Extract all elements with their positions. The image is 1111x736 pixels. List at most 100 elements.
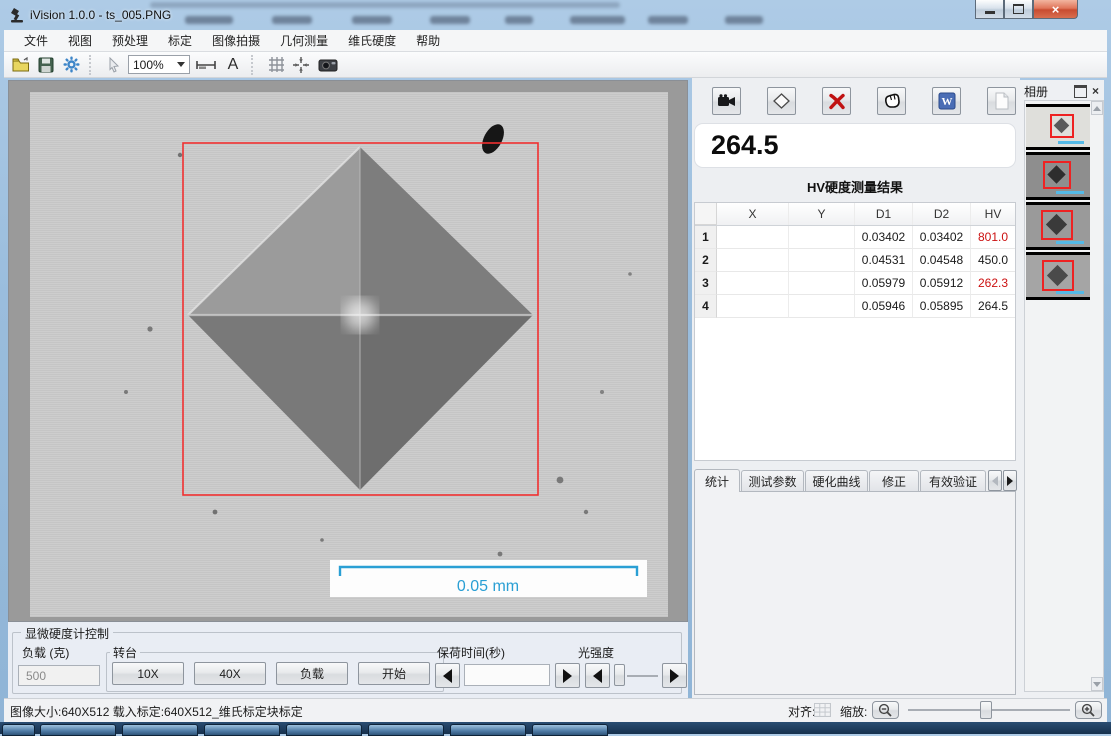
chevron-right-icon [1007,476,1013,486]
album-title-bar: 相册 × [1022,83,1102,99]
table-row[interactable]: 4 0.05946 0.05895 264.5 [695,295,1015,318]
background-window-artifact [185,16,233,24]
light-slider-track[interactable] [627,675,658,677]
menu-vickers-hardness[interactable]: 维氏硬度 [338,30,406,51]
gear-icon [63,56,80,73]
delete-result-button[interactable] [822,87,851,115]
tab-validation[interactable]: 有效验证 [920,470,986,491]
results-cell-hv-2: 262.3 [971,272,1015,295]
text-tool-button[interactable]: A [222,54,244,76]
album-thumbnail-3[interactable] [1026,202,1090,250]
capture-image-button[interactable] [315,54,341,76]
minimize-button[interactable] [975,0,1004,19]
select-tool-button[interactable] [103,54,125,76]
main-toolbar: 100% A [4,52,1107,78]
live-video-button[interactable] [712,87,741,115]
settings-button[interactable] [60,54,82,76]
load-label: 负载 (克) [22,644,69,661]
maximize-button[interactable] [1004,0,1033,19]
video-camera-icon [717,94,737,109]
album-thumbnail-4[interactable] [1026,252,1090,300]
center-align-tool-button[interactable] [290,54,312,76]
micrograph-image[interactable]: 0.05 mm [30,92,668,617]
taskbar-button[interactable] [368,724,444,736]
window-title: iVision 1.0.0 - ts_005.PNG [30,8,171,22]
turret-10x-button[interactable]: 10X [112,662,184,685]
tab-scroll-right-button[interactable] [1003,470,1017,491]
measure-tool-button[interactable] [193,54,219,76]
start-button[interactable]: 开始 [358,662,430,685]
col-hv: HV [971,203,1015,225]
table-row[interactable]: 2 0.04531 0.04548 450.0 [695,249,1015,272]
taskbar-button[interactable] [204,724,280,736]
taskbar-button[interactable] [532,724,608,736]
zoom-slider-handle[interactable] [980,701,992,719]
clear-all-button[interactable] [877,87,906,115]
chevron-down-icon [177,62,185,67]
dwell-time-input[interactable] [464,664,550,686]
zoom-level-select[interactable]: 100% [128,55,190,74]
close-button[interactable]: × [1033,0,1078,19]
grid-tool-button[interactable] [265,54,287,76]
album-thumbnail-1[interactable] [1026,104,1090,150]
app-icon [9,6,26,24]
zoom-in-button[interactable] [1075,701,1102,719]
taskbar-button[interactable] [40,724,116,736]
arrow-right-icon [670,669,679,683]
tab-scroll-left-button[interactable] [988,470,1002,491]
float-panel-icon[interactable] [1074,85,1087,98]
open-file-button[interactable] [10,54,32,76]
zoom-out-button[interactable] [872,701,899,719]
caliper-measure-icon [195,59,217,71]
taskbar-button[interactable] [122,724,198,736]
tab-test-parameters[interactable]: 测试参数 [741,470,804,491]
background-window-artifact [725,16,763,24]
align-grid-icon[interactable] [814,703,831,717]
load-input[interactable]: 500 [18,665,100,686]
album-title: 相册 [1022,83,1074,100]
album-scroll-up-button[interactable] [1091,101,1103,115]
turret-40x-button[interactable]: 40X [194,662,266,685]
restore-icon [1013,4,1024,14]
toolbar-separator [89,55,96,75]
menu-preprocess[interactable]: 预处理 [102,30,158,51]
album-thumbnail-2[interactable] [1026,152,1090,200]
save-button[interactable] [35,54,57,76]
taskbar-button[interactable] [2,724,35,736]
zoom-label: 缩放: [840,703,867,720]
close-panel-icon[interactable]: × [1092,84,1099,98]
dwell-decrease-button[interactable] [435,663,460,688]
taskbar-button[interactable] [286,724,362,736]
table-row[interactable]: 1 0.03402 0.03402 801.0 [695,226,1015,249]
measure-indent-button[interactable] [767,87,796,115]
zoom-level-value: 100% [133,58,164,72]
menu-view[interactable]: 视图 [58,30,102,51]
dwell-increase-button[interactable] [555,663,580,688]
micrograph-render: 0.05 mm [30,92,668,617]
menu-file[interactable]: 文件 [14,30,58,51]
diamond-icon [772,92,791,110]
indent-face-top-right [360,147,533,315]
menu-bar: 文件 视图 预处理 标定 图像拍摄 几何测量 维氏硬度 帮助 [4,30,1107,52]
menu-image-capture[interactable]: 图像拍摄 [202,30,270,51]
tab-correction[interactable]: 修正 [869,470,919,491]
export-word-button[interactable]: W [932,87,961,115]
light-decrease-button[interactable] [585,663,610,688]
album-scroll-down-button[interactable] [1091,677,1103,691]
menu-calibration[interactable]: 标定 [158,30,202,51]
results-table-header[interactable]: X Y D1 D2 HV [695,203,1015,226]
tab-statistics[interactable]: 统计 [694,469,740,492]
new-document-button[interactable] [987,87,1016,115]
word-icon: W [938,92,956,110]
svg-text:W: W [941,96,952,108]
background-window-artifact [150,2,620,8]
light-slider-handle[interactable] [614,664,625,686]
table-row[interactable]: 3 0.05979 0.05912 262.3 [695,272,1015,295]
menu-geometry-measure[interactable]: 几何测量 [270,30,338,51]
tab-hardening-curve[interactable]: 硬化曲线 [805,470,868,491]
light-increase-button[interactable] [662,663,687,688]
turret-load-button[interactable]: 负载 [276,662,348,685]
menu-help[interactable]: 帮助 [406,30,450,51]
background-window-artifact [272,16,312,24]
taskbar-button[interactable] [450,724,526,736]
